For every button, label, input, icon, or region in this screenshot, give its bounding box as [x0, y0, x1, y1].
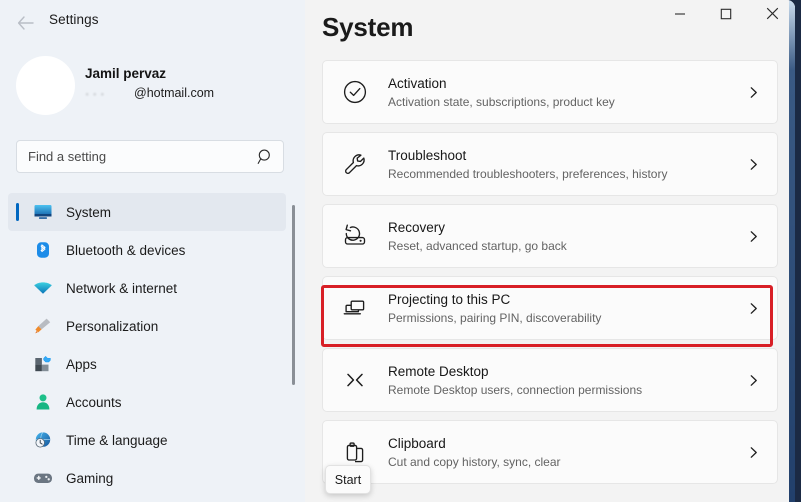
- settings-card-activation[interactable]: Activation Activation state, subscription…: [322, 60, 778, 124]
- sidebar-item-label: Network & internet: [66, 280, 178, 296]
- sidebar-nav: System Bluetooth & devices Network & inter…: [8, 193, 286, 497]
- window-controls: [657, 0, 795, 32]
- sidebar-scrollbar[interactable]: [292, 205, 295, 385]
- paintbrush-icon: [30, 315, 56, 337]
- sidebar-item-label: Bluetooth & devices: [66, 242, 186, 258]
- settings-card-recovery[interactable]: Recovery Reset, advanced startup, go back: [322, 204, 778, 268]
- project-screens-icon: [339, 292, 371, 324]
- sidebar-item-label: Accounts: [66, 394, 122, 410]
- sidebar-item-label: System: [66, 204, 112, 220]
- account-email: · · · @hotmail.com: [85, 86, 214, 100]
- avatar: [16, 56, 75, 115]
- card-title: Activation: [388, 75, 447, 91]
- account-email-redacted: · · ·: [85, 86, 105, 100]
- sidebar-item-label: Personalization: [66, 318, 159, 334]
- back-arrow-icon: [17, 16, 34, 30]
- settings-card-troubleshoot[interactable]: Troubleshoot Recommended troubleshooters,…: [322, 132, 778, 196]
- card-title: Troubleshoot: [388, 147, 467, 163]
- settings-card-projecting-to-this-pc[interactable]: Projecting to this PC Permissions, pairin…: [322, 276, 778, 340]
- card-text: Remote Desktop Remote Desktop users, conn…: [388, 363, 747, 398]
- account-email-domain: @hotmail.com: [134, 86, 215, 100]
- left-titlebar: Settings: [0, 0, 305, 44]
- card-text: Projecting to this PC Permissions, pairin…: [388, 291, 747, 326]
- card-subtitle: Reset, advanced startup, go back: [388, 238, 567, 253]
- card-title: Projecting to this PC: [388, 291, 511, 307]
- clock-globe-icon: [30, 429, 56, 451]
- settings-window: Settings Jamil pervaz · · · @hotmail.com …: [0, 0, 795, 502]
- settings-card-clipboard[interactable]: Clipboard Cut and copy history, sync, cle…: [322, 420, 778, 484]
- system-icon: [30, 201, 56, 223]
- minimize-icon: [674, 7, 686, 25]
- chevron-right-icon[interactable]: [747, 86, 760, 99]
- window-title: Settings: [49, 12, 99, 27]
- card-title: Clipboard: [388, 435, 446, 451]
- network-wifi-icon: [30, 277, 56, 299]
- sidebar-item-personalization[interactable]: Personalization: [8, 307, 286, 345]
- remote-desktop-icon: [339, 364, 371, 396]
- search-input[interactable]: [28, 141, 243, 172]
- sidebar-item-label: Apps: [66, 356, 97, 372]
- card-text: Clipboard Cut and copy history, sync, cle…: [388, 435, 747, 470]
- apps-icon: [30, 353, 56, 375]
- sidebar-item-label: Time & language: [66, 432, 168, 448]
- maximize-icon: [720, 7, 732, 25]
- search-icon[interactable]: [257, 148, 274, 165]
- close-icon: [766, 7, 779, 25]
- maximize-button[interactable]: [703, 0, 749, 32]
- card-title: Remote Desktop: [388, 363, 489, 379]
- settings-card-list: Activation Activation state, subscription…: [322, 60, 778, 492]
- minimize-button[interactable]: [657, 0, 703, 32]
- card-subtitle: Recommended troubleshooters, preferences…: [388, 166, 668, 181]
- chevron-right-icon[interactable]: [747, 230, 760, 243]
- sidebar-item-accounts[interactable]: Accounts: [8, 383, 286, 421]
- card-title: Recovery: [388, 219, 446, 235]
- sidebar-item-label: Gaming: [66, 470, 114, 486]
- background-window-edge: [789, 0, 795, 502]
- card-subtitle: Remote Desktop users, connection permiss…: [388, 382, 643, 397]
- check-circle-icon: [339, 76, 371, 108]
- settings-card-remote-desktop[interactable]: Remote Desktop Remote Desktop users, conn…: [322, 348, 778, 412]
- accounts-person-icon: [30, 391, 56, 413]
- account-block[interactable]: Jamil pervaz · · · @hotmail.com: [16, 56, 286, 116]
- card-subtitle: Cut and copy history, sync, clear: [388, 454, 561, 469]
- sidebar: Settings Jamil pervaz · · · @hotmail.com …: [0, 0, 305, 502]
- card-subtitle: Permissions, pairing PIN, discoverabilit…: [388, 310, 602, 325]
- start-tooltip: Start: [325, 465, 371, 494]
- sidebar-item-time-language[interactable]: Time & language: [8, 421, 286, 459]
- card-text: Recovery Reset, advanced startup, go back: [388, 219, 747, 254]
- card-text: Troubleshoot Recommended troubleshooters,…: [388, 147, 747, 182]
- back-button[interactable]: [10, 10, 40, 36]
- selection-indicator: [16, 203, 19, 221]
- chevron-right-icon[interactable]: [747, 446, 760, 459]
- content-pane: System Activation Activation state, subsc…: [305, 0, 795, 502]
- start-tooltip-label: Start: [334, 472, 362, 487]
- card-subtitle: Activation state, subscriptions, product…: [388, 94, 615, 109]
- recovery-icon: [339, 220, 371, 252]
- sidebar-item-apps[interactable]: Apps: [8, 345, 286, 383]
- card-text: Activation Activation state, subscription…: [388, 75, 747, 110]
- sidebar-item-network-internet[interactable]: Network & internet: [8, 269, 286, 307]
- bluetooth-icon: [30, 239, 56, 261]
- page-title: System: [322, 12, 414, 42]
- wrench-icon: [339, 148, 371, 180]
- sidebar-item-system[interactable]: System: [8, 193, 286, 231]
- search-box[interactable]: [16, 140, 284, 173]
- clipboard-icon: [339, 436, 371, 468]
- chevron-right-icon[interactable]: [747, 302, 760, 315]
- chevron-right-icon[interactable]: [747, 374, 760, 387]
- sidebar-item-gaming[interactable]: Gaming: [8, 459, 286, 497]
- chevron-right-icon[interactable]: [747, 158, 760, 171]
- gamepad-icon: [30, 467, 56, 489]
- account-name: Jamil pervaz: [85, 66, 167, 81]
- sidebar-item-bluetooth-devices[interactable]: Bluetooth & devices: [8, 231, 286, 269]
